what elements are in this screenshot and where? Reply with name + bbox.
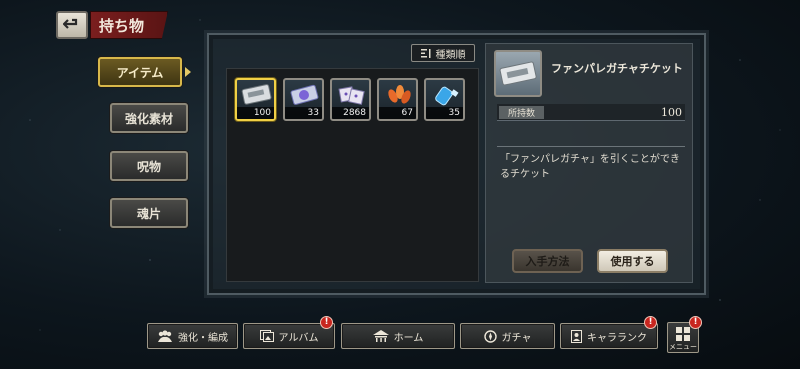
- character-card-icon: [571, 329, 582, 343]
- detail-item-name: ファンパレガチャチケット: [551, 62, 683, 75]
- sort-icon: [420, 48, 430, 58]
- menu-notification-badge: !: [689, 316, 702, 329]
- dice-icon: [338, 86, 365, 105]
- nav-enhance-label: 強化・編成: [178, 332, 228, 344]
- detail-item-image: [494, 50, 542, 97]
- item-description: 「ファンパレガチャ」を引くことができるチケット: [500, 154, 680, 180]
- divider: [497, 146, 685, 147]
- grid-menu-icon: [676, 327, 690, 341]
- party-icon: [158, 330, 172, 342]
- character-notification-badge: !: [644, 316, 657, 329]
- tab-enhance-materials[interactable]: 強化素材: [110, 103, 188, 133]
- tab-cursed-objects[interactable]: 呪物: [110, 151, 188, 181]
- item-count: 2868: [332, 107, 369, 119]
- album-icon: [259, 330, 274, 342]
- item-slot[interactable]: 100: [235, 78, 276, 121]
- ticket-icon: [241, 84, 272, 105]
- quantity-value: 100: [661, 106, 682, 119]
- active-tab-arrow-icon: [185, 67, 191, 77]
- petal-icon: [388, 85, 411, 104]
- nav-home-label: ホーム: [393, 332, 424, 344]
- use-button[interactable]: 使用する: [597, 249, 668, 273]
- nav-gacha-label: ガチャ: [501, 332, 532, 344]
- back-arrow-icon: [63, 18, 78, 29]
- gacha-icon: [483, 329, 497, 343]
- nav-home-button[interactable]: ホーム: [341, 323, 455, 349]
- ticket-icon: [499, 61, 537, 86]
- nav-album-label: アルバム: [278, 332, 319, 344]
- item-count: 67: [379, 107, 416, 119]
- item-slot[interactable]: 35: [424, 78, 465, 121]
- nav-gacha-button[interactable]: ガチャ: [460, 323, 555, 349]
- menu-label: メニュー: [669, 343, 697, 351]
- sort-label: 種類順: [435, 49, 466, 61]
- nav-enhance-button[interactable]: 強化・編成: [147, 323, 238, 349]
- sort-button[interactable]: 種類順: [411, 44, 475, 62]
- back-button[interactable]: [56, 11, 88, 39]
- nav-character-rank-button[interactable]: キャラランク: [560, 323, 658, 349]
- album-notification-badge: !: [320, 316, 333, 329]
- item-slot[interactable]: 67: [377, 78, 418, 121]
- item-count: 35: [426, 107, 463, 119]
- quantity-label: 所持数: [499, 106, 544, 119]
- nav-character-rank-label: キャラランク: [587, 332, 647, 344]
- item-count: 100: [237, 107, 274, 119]
- tab-items[interactable]: アイテム: [98, 57, 182, 87]
- item-count: 33: [285, 107, 322, 119]
- blue-vial-icon: [435, 86, 459, 106]
- item-slot[interactable]: 2868: [330, 78, 371, 121]
- acquire-method-button[interactable]: 入手方法: [512, 249, 583, 273]
- tab-soul-fragments[interactable]: 魂片: [110, 198, 188, 228]
- item-slot[interactable]: 33: [283, 78, 324, 121]
- crystal-ticket-icon: [290, 84, 319, 105]
- page-title: 持ち物: [90, 11, 168, 39]
- home-icon: [372, 330, 389, 342]
